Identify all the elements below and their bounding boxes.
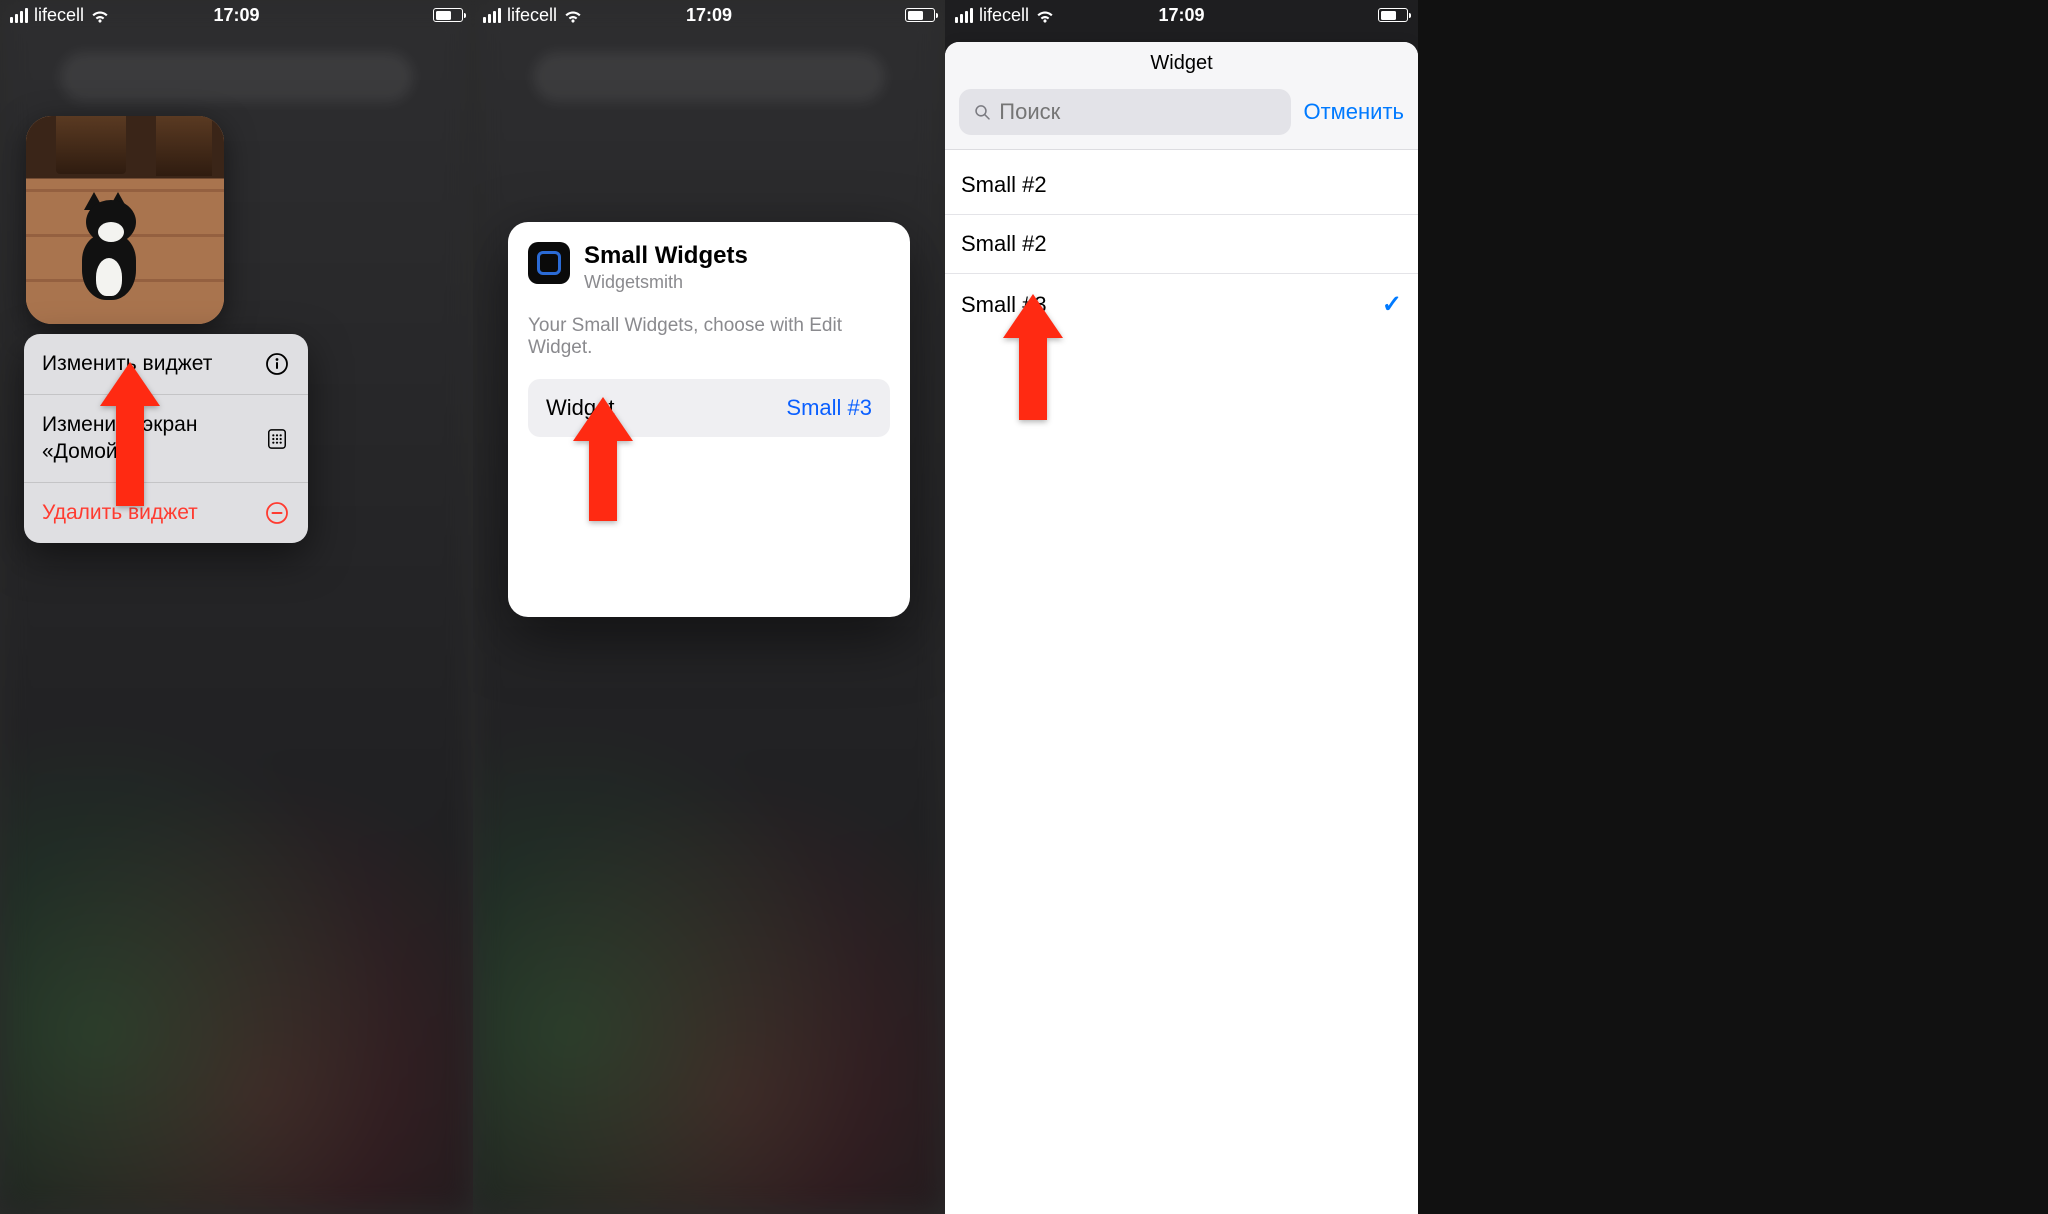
carrier-label: lifecell	[979, 5, 1029, 26]
battery-icon	[905, 8, 935, 22]
kitten-photo	[26, 116, 224, 324]
info-circle-icon	[264, 351, 290, 377]
config-description: Your Small Widgets, choose with Edit Wid…	[528, 315, 890, 359]
search-icon	[973, 102, 991, 122]
blurred-search-pill	[533, 52, 885, 102]
widget-picker-sheet: Widget Отменить Small #2Small #2Small #3…	[945, 42, 1418, 1214]
search-input[interactable]	[999, 99, 1277, 125]
status-bar: lifecell 17:09	[473, 0, 945, 30]
clock-time: 17:09	[213, 5, 259, 26]
status-bar: lifecell 17:09	[945, 0, 1418, 30]
annotation-arrow	[100, 362, 160, 506]
status-bar: lifecell 17:09	[0, 0, 473, 30]
widget-preview-photo[interactable]	[26, 116, 224, 324]
config-subtitle: Widgetsmith	[584, 272, 748, 293]
sheet-header: Widget Отменить	[945, 42, 1418, 150]
screenshot-2: lifecell 17:09 Small Widgets Widgetsmith…	[473, 0, 945, 1214]
cellular-signal-icon	[955, 8, 973, 23]
annotation-arrow	[1003, 294, 1063, 420]
cancel-button[interactable]: Отменить	[1303, 99, 1404, 125]
menu-item-edit-home[interactable]: Изменить экран «Домой»	[24, 395, 308, 483]
menu-item-edit-widget[interactable]: Изменить виджет	[24, 334, 308, 395]
search-field[interactable]	[959, 89, 1291, 135]
widget-config-card: Small Widgets Widgetsmith Your Small Wid…	[508, 222, 910, 617]
option-label: Small #2	[961, 172, 1047, 198]
wifi-icon	[90, 8, 110, 23]
wifi-icon	[563, 8, 583, 23]
apps-grid-icon	[264, 426, 290, 452]
blurred-search-pill	[60, 52, 413, 102]
annotation-arrow	[573, 397, 633, 521]
screenshot-3: lifecell 17:09 Widget Отменить Small #2 S…	[945, 0, 1418, 1214]
option-row[interactable]: Small #2	[945, 215, 1418, 274]
clock-time: 17:09	[686, 5, 732, 26]
config-row-value: Small #3	[786, 395, 872, 421]
wifi-icon	[1035, 8, 1055, 23]
battery-icon	[1378, 8, 1408, 22]
minus-circle-icon	[264, 500, 290, 526]
carrier-label: lifecell	[507, 5, 557, 26]
cellular-signal-icon	[10, 8, 28, 23]
battery-icon	[433, 8, 463, 22]
menu-item-remove-widget[interactable]: Удалить виджет	[24, 483, 308, 543]
carrier-label: lifecell	[34, 5, 84, 26]
option-row[interactable]: Small #2	[945, 156, 1418, 215]
checkmark-icon: ✓	[1382, 290, 1402, 319]
sheet-title: Widget	[959, 52, 1404, 75]
option-label: Small #2	[961, 231, 1047, 257]
cellular-signal-icon	[483, 8, 501, 23]
config-title: Small Widgets	[584, 242, 748, 270]
widgetsmith-app-icon	[528, 242, 570, 284]
screenshot-1: lifecell 17:09 Изменить виджет	[0, 0, 473, 1214]
widget-context-menu: Изменить виджет Изменить экран «Домой» У…	[24, 334, 308, 543]
clock-time: 17:09	[1158, 5, 1204, 26]
